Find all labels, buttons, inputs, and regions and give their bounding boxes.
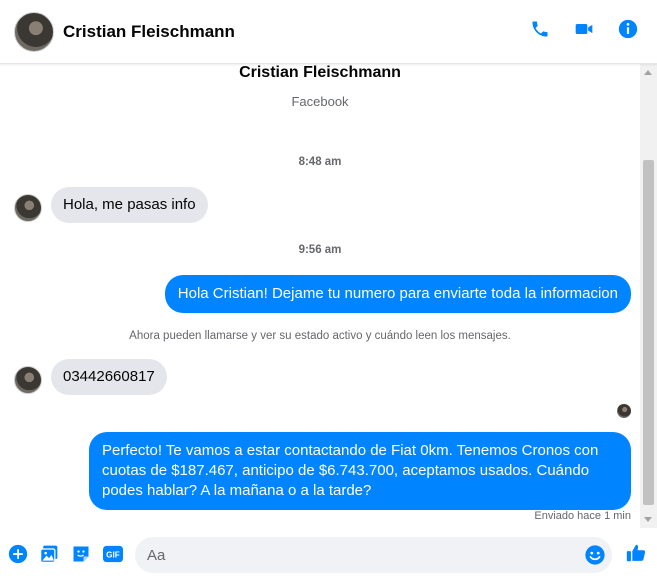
outgoing-message[interactable]: Hola Cristian! Dejame tu numero para env… [164,275,631,313]
svg-text:GIF: GIF [106,551,120,560]
message-input-container[interactable] [135,537,612,573]
incoming-message[interactable]: 03442660817 [51,359,167,395]
plus-circle-icon [8,544,28,564]
outgoing-message[interactable]: Perfecto! Te vamos a estar contactando d… [89,432,631,510]
sender-avatar[interactable] [14,366,42,394]
attach-photo-button[interactable] [38,543,60,565]
smiley-icon [585,545,605,565]
sticker-button[interactable] [70,543,92,565]
thumbs-up-icon [626,544,646,562]
scroll-thumb[interactable] [643,160,654,505]
video-call-button[interactable] [573,18,595,40]
message-composer: GIF [0,530,657,583]
scrollbar[interactable] [640,64,657,528]
scroll-up-arrow[interactable] [644,70,652,75]
gif-icon: GIF [103,545,123,563]
incoming-message[interactable]: Hola, me pasas info [51,187,208,223]
emoji-button[interactable] [584,544,606,566]
message-timestamp: 9:56 am [298,244,342,256]
phone-call-button[interactable] [529,18,551,40]
phone-icon [532,21,548,37]
more-actions-button[interactable] [7,543,29,565]
conversation-info-button[interactable] [617,18,639,40]
read-receipt-avatar [617,404,631,418]
sender-avatar[interactable] [14,194,42,222]
system-notice: Ahora pueden llamarse y ver su estado ac… [129,330,511,342]
info-icon [618,19,638,39]
video-camera-icon [575,24,593,34]
message-timestamp: 8:48 am [298,156,342,168]
profile-name: Cristian Fleischmann [239,64,401,81]
like-button[interactable] [624,541,648,565]
conversation-header: Cristian Fleischmann [0,0,657,64]
header-actions [529,18,639,40]
contact-avatar[interactable] [14,11,54,52]
delivery-status: Enviado hace 1 min [534,510,631,522]
message-list[interactable]: Cristian Fleischmann Facebook 8:48 am Ho… [0,64,640,528]
message-input[interactable] [135,537,565,573]
gif-button[interactable]: GIF [102,543,124,565]
image-icon [40,545,58,563]
profile-source: Facebook [291,94,349,109]
contact-name[interactable]: Cristian Fleischmann [63,22,235,42]
sticker-icon [73,546,89,562]
scroll-down-arrow[interactable] [644,517,652,522]
